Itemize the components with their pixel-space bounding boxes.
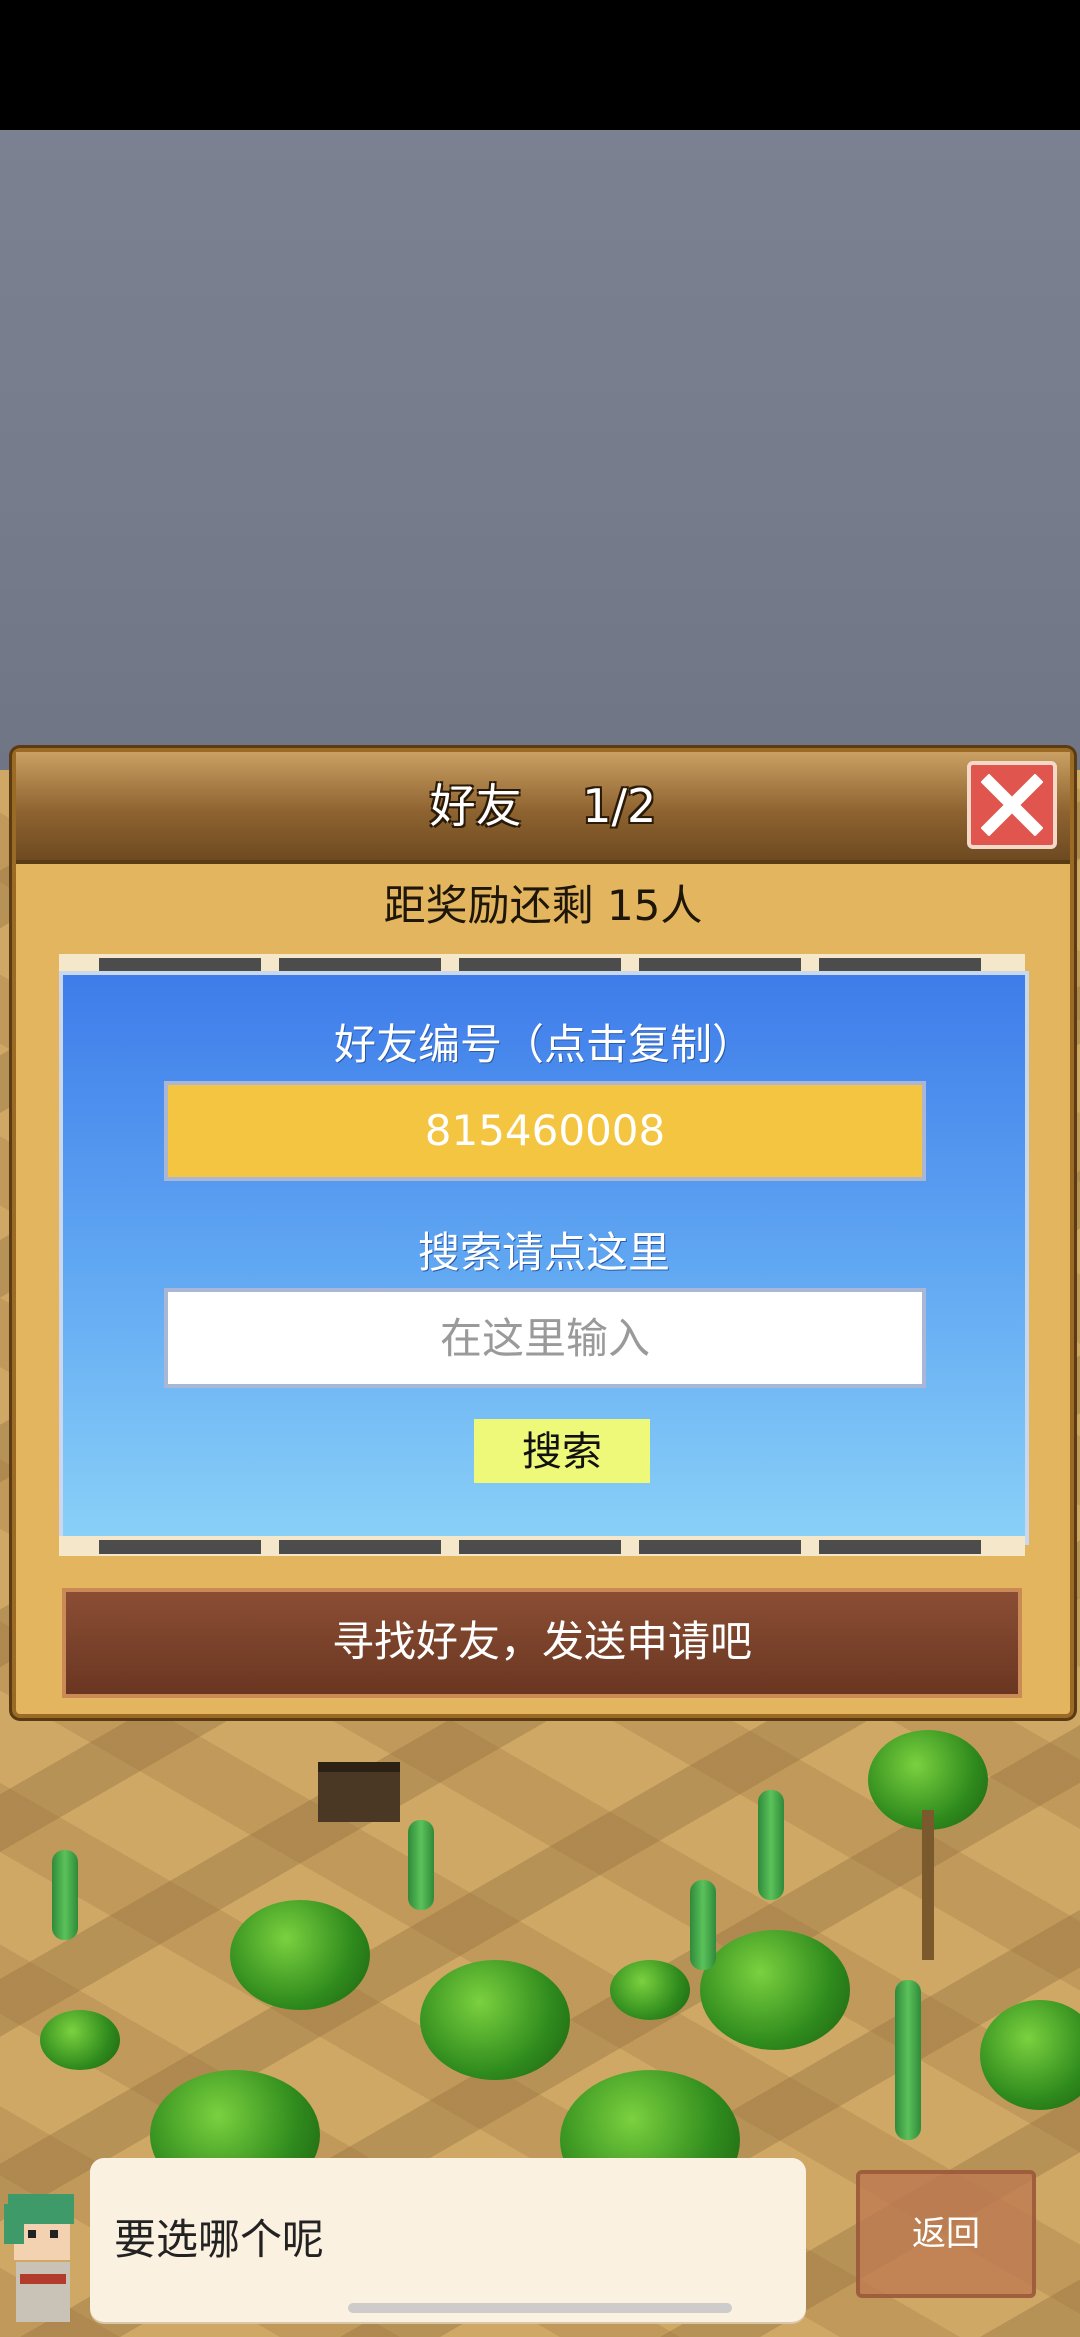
palm-tree <box>700 1930 850 2050</box>
palm-tree <box>230 1900 370 2010</box>
page-tab <box>819 958 981 972</box>
page-tab <box>639 958 801 972</box>
palm-tree <box>980 2000 1080 2110</box>
palm-trunk <box>922 1810 934 1960</box>
search-label: 搜索请点这里 <box>417 1228 670 1277</box>
bush <box>610 1960 690 2020</box>
friends-dialog: 好友 1/2 距奖励还剩 15人 好友编号（点击复制） 815460008 搜索… <box>12 748 1074 1718</box>
page-tab-strip-bottom <box>59 1536 1025 1556</box>
close-icon <box>981 774 1043 836</box>
cactus <box>52 1850 78 1940</box>
friend-search-input[interactable] <box>164 1288 926 1388</box>
page-tab <box>639 1540 801 1554</box>
page-tab <box>819 1540 981 1554</box>
back-button[interactable]: 返回 <box>856 2170 1036 2298</box>
find-friends-button[interactable]: 寻找好友，发送申请吧 <box>62 1588 1022 1698</box>
page-tab <box>99 1540 261 1554</box>
close-button[interactable] <box>967 761 1057 849</box>
dialog-title: 好友 1/2 <box>429 779 657 833</box>
bush <box>40 2010 120 2070</box>
page-tab <box>99 958 261 972</box>
dialog-header: 好友 1/2 <box>16 752 1070 864</box>
cactus <box>408 1820 434 1910</box>
friend-id-panel: 好友编号（点击复制） 815460008 搜索请点这里 搜索 <box>59 971 1029 1545</box>
cactus <box>758 1790 784 1900</box>
cactus <box>895 1980 921 2140</box>
hut-sprite <box>318 1762 400 1822</box>
speech-bubble: 要选哪个呢 <box>90 2158 806 2322</box>
page-tab <box>459 958 621 972</box>
speech-text: 要选哪个呢 <box>114 2215 325 2264</box>
status-bar <box>0 0 1080 130</box>
page-tab <box>279 958 441 972</box>
reward-progress-text: 距奖励还剩 15人 <box>383 881 703 930</box>
sky-background <box>0 130 1080 770</box>
home-indicator[interactable] <box>348 2303 732 2313</box>
cactus <box>690 1880 716 1970</box>
palm-tree <box>420 1960 570 2080</box>
page-tab <box>279 1540 441 1554</box>
friend-id-copy-box[interactable]: 815460008 <box>164 1081 926 1181</box>
search-button[interactable]: 搜索 <box>474 1419 650 1483</box>
page-tab <box>459 1540 621 1554</box>
friend-id-label: 好友编号（点击复制） <box>333 1020 754 1069</box>
avatar <box>4 2194 74 2322</box>
